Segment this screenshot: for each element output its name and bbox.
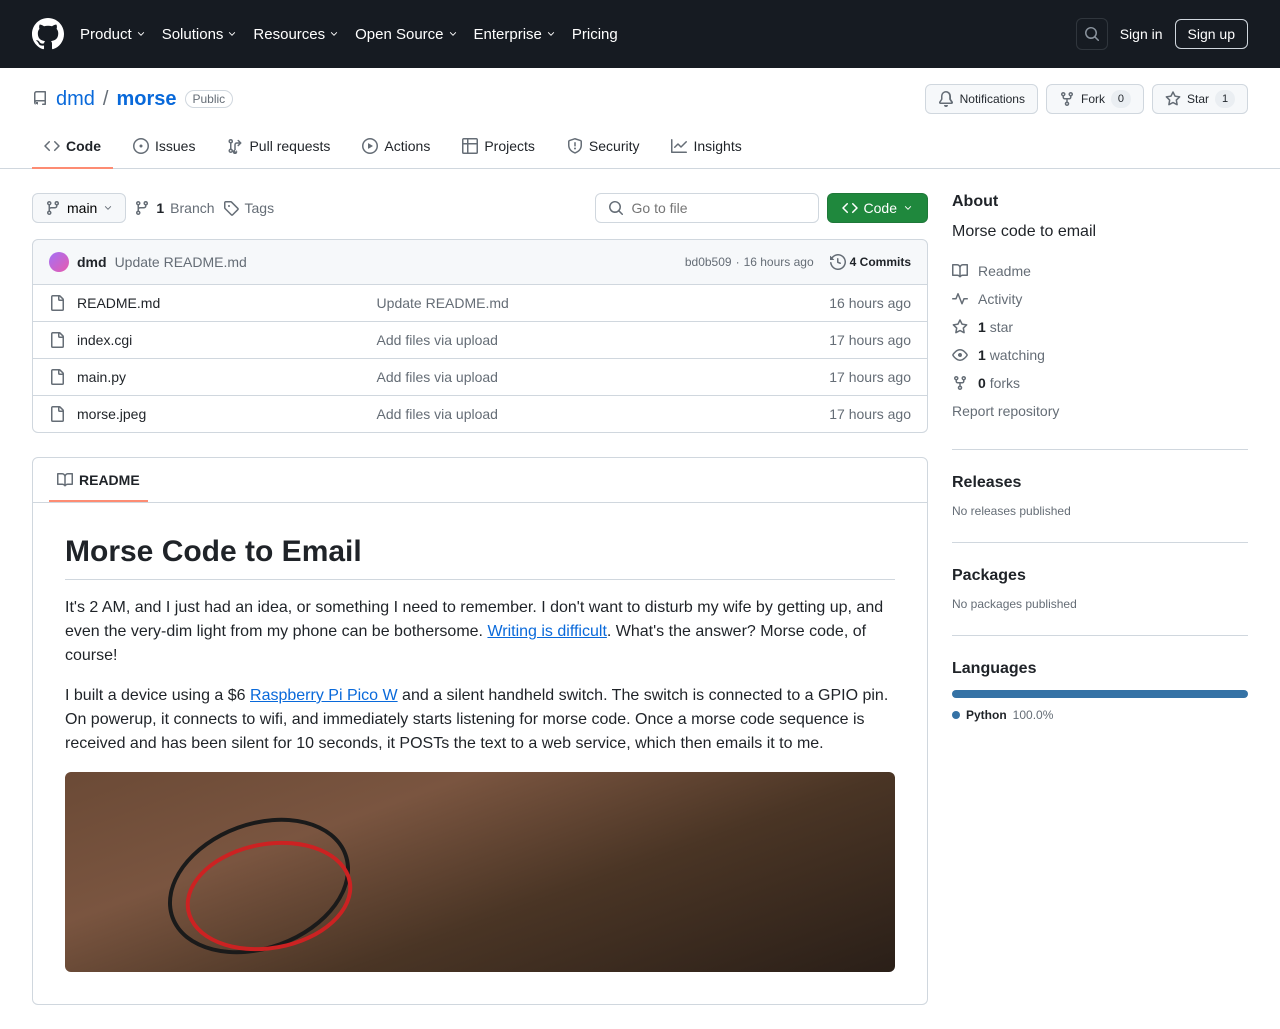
repo-header: dmd / morse Public Notifications Fork 0 … (0, 68, 1280, 114)
commit-time: 16 hours ago (744, 255, 814, 269)
file-time: 16 hours ago (829, 295, 911, 311)
latest-commit-bar: dmd Update README.md bd0b509 · 16 hours … (32, 239, 928, 285)
file-icon (49, 332, 65, 348)
file-row: morse.jpeg Add files via upload 17 hours… (33, 395, 927, 432)
signup-button[interactable]: Sign up (1175, 19, 1248, 49)
global-nav: Product Solutions Resources Open Source … (80, 18, 618, 51)
fork-button[interactable]: Fork 0 (1046, 84, 1144, 114)
file-commit-msg[interactable]: Add files via upload (377, 406, 830, 422)
readme-content: Morse Code to Email It's 2 AM, and I jus… (32, 503, 928, 1005)
nav-opensource[interactable]: Open Source (355, 18, 457, 51)
file-link[interactable]: README.md (77, 295, 160, 311)
file-link[interactable]: morse.jpeg (77, 406, 146, 422)
commits-link[interactable]: 4 Commits (830, 254, 911, 270)
readme-tabs: README (32, 457, 928, 503)
report-link[interactable]: Report repository (952, 397, 1248, 425)
branches-link[interactable]: 1 Branch (134, 200, 214, 216)
file-commit-msg[interactable]: Add files via upload (377, 332, 830, 348)
global-header: Product Solutions Resources Open Source … (0, 0, 1280, 68)
tab-security[interactable]: Security (555, 130, 652, 168)
language-python[interactable]: Python 100.0% (952, 708, 1248, 722)
commit-author-link[interactable]: dmd (77, 254, 107, 270)
repo-name-link[interactable]: morse (116, 88, 176, 111)
repo-icon (32, 91, 48, 107)
search-button[interactable] (1076, 18, 1108, 50)
file-time: 17 hours ago (829, 406, 911, 422)
file-commit-msg[interactable]: Update README.md (377, 295, 830, 311)
tab-issues[interactable]: Issues (121, 130, 207, 168)
languages-heading: Languages (952, 660, 1248, 678)
readme-tab[interactable]: README (49, 458, 148, 502)
file-row: main.py Add files via upload 17 hours ag… (33, 358, 927, 395)
nav-resources[interactable]: Resources (253, 18, 339, 51)
readme-title: Morse Code to Email (65, 535, 895, 580)
nav-solutions[interactable]: Solutions (162, 18, 238, 51)
nav-pricing[interactable]: Pricing (572, 18, 618, 51)
file-commit-msg[interactable]: Add files via upload (377, 369, 830, 385)
nav-enterprise[interactable]: Enterprise (474, 18, 556, 51)
tags-link[interactable]: Tags (223, 200, 275, 216)
tab-insights[interactable]: Insights (659, 130, 753, 168)
star-button[interactable]: Star 1 (1152, 84, 1248, 114)
file-row: index.cgi Add files via upload 17 hours … (33, 321, 927, 358)
tab-projects[interactable]: Projects (450, 130, 547, 168)
about-heading: About (952, 193, 1248, 211)
packages-heading[interactable]: Packages (952, 567, 1248, 585)
file-time: 17 hours ago (829, 332, 911, 348)
readme-link[interactable]: Readme (952, 257, 1248, 285)
go-to-file-input[interactable] (595, 193, 819, 223)
file-icon (49, 369, 65, 385)
avatar[interactable] (49, 252, 69, 272)
file-icon (49, 406, 65, 422)
commit-message[interactable]: Update README.md (115, 254, 247, 270)
about-description: Morse code to email (952, 223, 1248, 241)
activity-link[interactable]: Activity (952, 285, 1248, 313)
file-link[interactable]: index.cgi (77, 332, 132, 348)
file-time: 17 hours ago (829, 369, 911, 385)
forks-link[interactable]: 0 forks (952, 369, 1248, 397)
tab-pull-requests[interactable]: Pull requests (215, 130, 342, 168)
stars-link[interactable]: 1 star (952, 313, 1248, 341)
repo-owner-link[interactable]: dmd (56, 88, 95, 111)
signin-link[interactable]: Sign in (1120, 26, 1163, 42)
sidebar: About Morse code to email Readme Activit… (952, 193, 1248, 1005)
nav-product[interactable]: Product (80, 18, 146, 51)
tab-code[interactable]: Code (32, 130, 113, 168)
file-list: README.md Update README.md 16 hours ago … (32, 285, 928, 433)
readme-image (65, 772, 895, 972)
file-icon (49, 295, 65, 311)
tab-actions[interactable]: Actions (350, 130, 442, 168)
code-button[interactable]: Code (827, 193, 928, 223)
github-logo-icon[interactable] (32, 18, 64, 50)
readme-link[interactable]: Raspberry Pi Pico W (250, 687, 398, 704)
releases-heading[interactable]: Releases (952, 474, 1248, 492)
commit-sha[interactable]: bd0b509 (685, 255, 732, 269)
watching-link[interactable]: 1 watching (952, 341, 1248, 369)
file-link[interactable]: main.py (77, 369, 126, 385)
branch-selector[interactable]: main (32, 193, 126, 223)
visibility-badge: Public (185, 90, 234, 108)
repo-tabs: Code Issues Pull requests Actions Projec… (0, 130, 1280, 169)
readme-link[interactable]: Writing is difficult (487, 623, 606, 640)
language-bar (952, 690, 1248, 698)
file-row: README.md Update README.md 16 hours ago (33, 285, 927, 321)
notifications-button[interactable]: Notifications (925, 84, 1038, 114)
